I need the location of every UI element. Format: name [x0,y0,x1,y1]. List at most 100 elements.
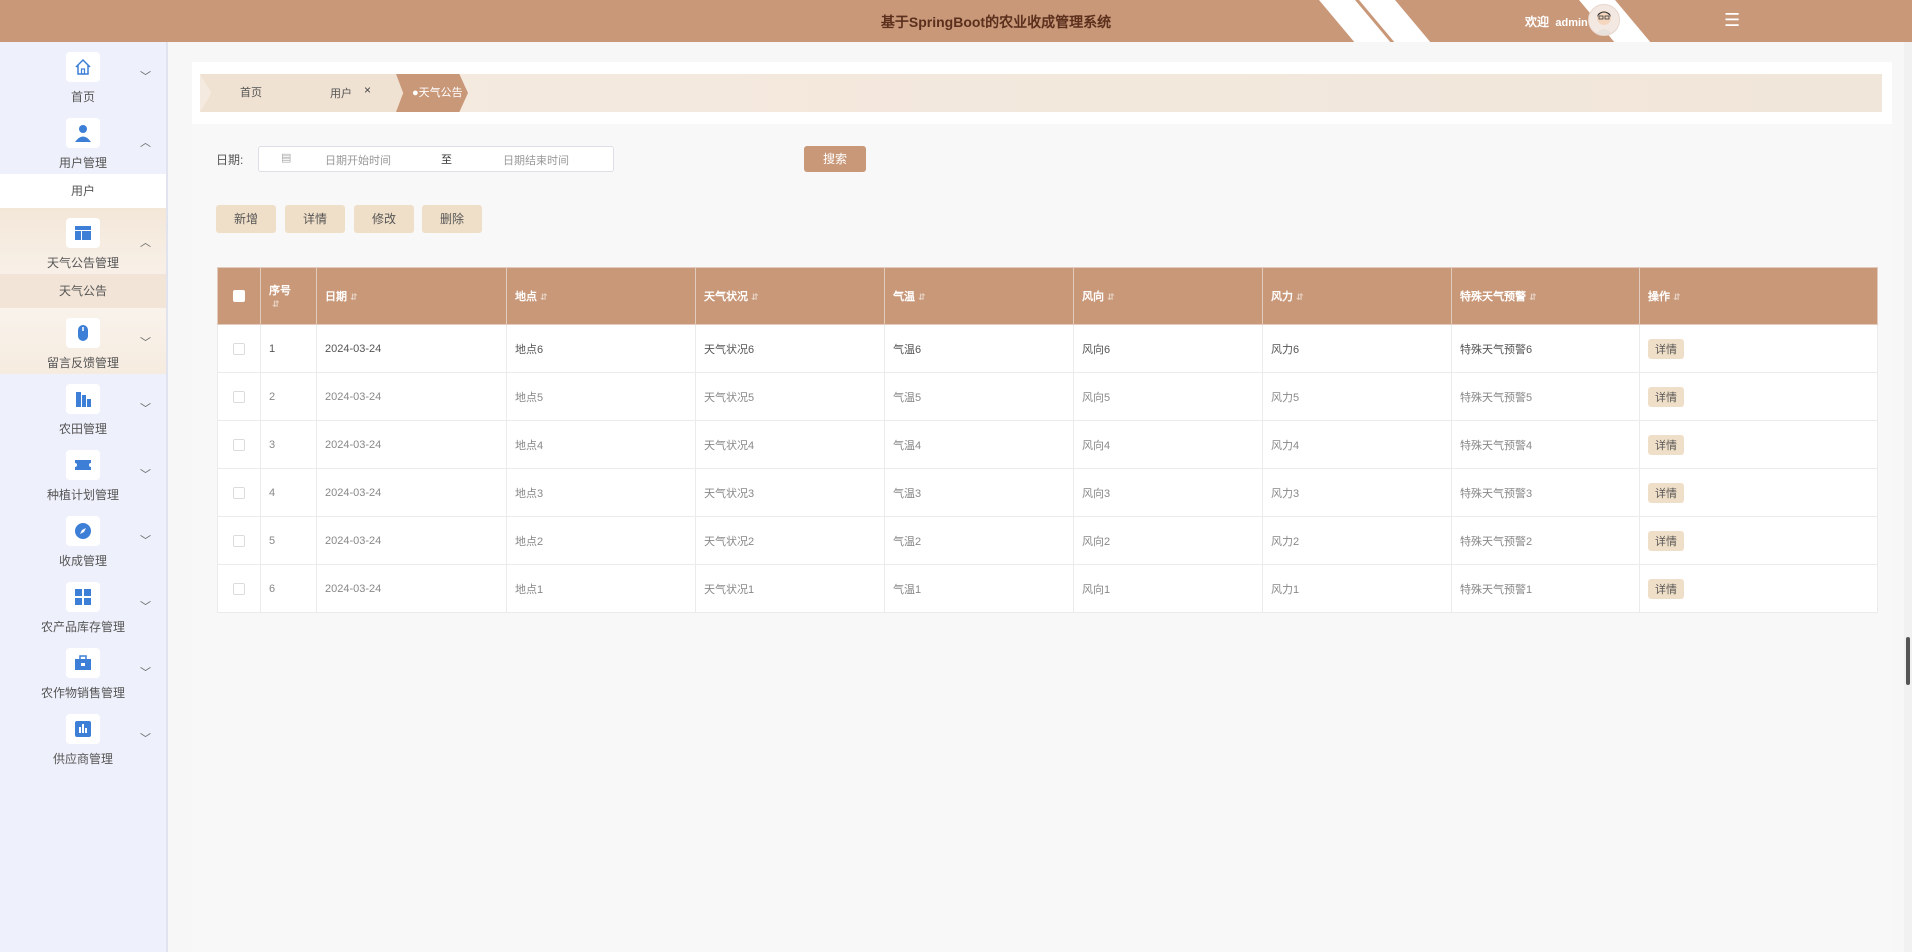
column-header[interactable]: 天气状况 ⇵ [695,267,885,325]
detail-button[interactable]: 详情 [285,205,345,233]
page-scrollbar[interactable] [1904,42,1912,952]
cell-op: 详情 [1639,468,1878,517]
tab-label: ●天气公告 [412,87,463,99]
home-icon [66,52,100,82]
row-detail-button[interactable]: 详情 [1648,530,1684,551]
sort-icon[interactable]: ⇵ [1529,292,1537,302]
sort-icon[interactable]: ⇵ [272,299,280,309]
row-select-cell[interactable] [217,324,261,373]
table-row[interactable]: 1 2024-03-24 地点6 天气状况6 气温6 风向6 风力6 特殊天气预… [217,324,1878,373]
sidebar-item-supplier-management[interactable]: 供应商管理 ﹀ [0,704,166,770]
start-date-input[interactable]: 日期开始时间 [325,152,445,168]
column-header[interactable]: 序号 ⇵ [260,267,317,325]
sidebar-item-harvest-management[interactable]: 收成管理 ﹀ [0,506,166,572]
row-detail-button[interactable]: 详情 [1648,578,1684,599]
date-range-picker[interactable]: ▤ 日期开始时间 至 日期结束时间 [258,146,614,172]
delete-button[interactable]: 删除 [422,205,482,233]
table-row[interactable]: 4 2024-03-24 地点3 天气状况3 气温3 风向3 风力3 特殊天气预… [217,468,1878,517]
cell-weather: 天气状况4 [695,420,885,469]
cell-place: 地点2 [506,516,696,565]
row-checkbox[interactable] [233,438,245,451]
cell-warning: 特殊天气预警6 [1451,324,1640,373]
edit-button[interactable]: 修改 [354,205,414,233]
select-all-cell[interactable] [217,267,261,325]
close-icon[interactable]: × [364,83,371,97]
row-select-cell[interactable] [217,516,261,565]
cell-wind-force: 风力3 [1262,468,1452,517]
row-select-cell[interactable] [217,420,261,469]
sidebar-item-sales-management[interactable]: 农作物销售管理 ﹀ [0,638,166,704]
close-icon[interactable]: × [422,121,429,135]
add-button[interactable]: 新增 [216,205,276,233]
chevron-up-icon: ︿ [140,137,151,149]
cell-date: 2024-03-24 [316,516,507,565]
row-select-cell[interactable] [217,564,261,613]
tab-users[interactable]: 用户 × [288,74,410,112]
table-row[interactable]: 2 2024-03-24 地点5 天气状况5 气温5 风向5 风力5 特殊天气预… [217,372,1878,421]
cell-no: 2 [260,372,317,421]
cell-op: 详情 [1639,420,1878,469]
column-header[interactable]: 日期 ⇵ [316,267,507,325]
column-header[interactable]: 地点 ⇵ [506,267,696,325]
cell-op: 详情 [1639,516,1878,565]
cell-temp: 气温2 [884,516,1074,565]
column-header[interactable]: 风力 ⇵ [1262,267,1452,325]
sidebar-item-label: 农产品库存管理 [40,620,125,634]
sidebar-item-label: 农作物销售管理 [40,686,125,700]
sort-icon[interactable]: ⇵ [1673,292,1681,302]
sidebar-item-farmland-management[interactable]: 农田管理 ﹀ [0,374,166,440]
column-header[interactable]: 气温 ⇵ [884,267,1074,325]
menu-toggle-icon[interactable]: ☰ [1724,10,1740,31]
avatar[interactable] [1588,4,1620,36]
row-select-cell[interactable] [217,468,261,517]
column-header[interactable]: 风向 ⇵ [1073,267,1263,325]
tab-weather[interactable]: ●天气公告× [396,74,468,112]
table-row[interactable]: 5 2024-03-24 地点2 天气状况2 气温2 风向2 风力2 特殊天气预… [217,516,1878,565]
sort-icon[interactable]: ⇵ [918,292,926,302]
chevron-up-icon: ︿ [140,237,151,249]
cell-no: 1 [260,324,317,373]
top-header: 基于SpringBoot的农业收成管理系统 欢迎 admin ☰ [0,0,1912,42]
sort-icon[interactable]: ⇵ [751,292,759,302]
row-detail-button[interactable]: 详情 [1648,434,1684,455]
mouse-icon [66,318,100,348]
sidebar-item-feedback-management[interactable]: 留言反馈管理 ﹀ [0,308,166,374]
cell-op: 详情 [1639,564,1878,613]
table-row[interactable]: 3 2024-03-24 地点4 天气状况4 气温4 风向4 风力4 特殊天气预… [217,420,1878,469]
row-detail-button[interactable]: 详情 [1648,386,1684,407]
row-checkbox[interactable] [233,534,245,547]
sidebar-item-planting-plan-management[interactable]: 种植计划管理 ﹀ [0,440,166,506]
row-checkbox[interactable] [233,582,245,595]
column-header[interactable]: 特殊天气预警 ⇵ [1451,267,1640,325]
sort-icon[interactable]: ⇵ [1107,292,1115,302]
row-checkbox[interactable] [233,486,245,499]
row-select-cell[interactable] [217,372,261,421]
sidebar-item-weather-management[interactable]: 天气公告管理 ︿ [0,208,166,274]
cell-temp: 气温1 [884,564,1074,613]
sort-icon[interactable]: ⇵ [540,292,548,302]
row-detail-button[interactable]: 详情 [1648,482,1684,503]
row-checkbox[interactable] [233,390,245,403]
column-header[interactable]: 操作 ⇵ [1639,267,1878,325]
cell-weather: 天气状况6 [695,324,885,373]
sidebar-item-user-management[interactable]: 用户管理 ︿ [0,108,166,174]
scrollbar-thumb[interactable] [1906,637,1910,685]
select-all-checkbox[interactable] [233,290,245,303]
end-date-input[interactable]: 日期结束时间 [503,152,623,168]
cell-wind-dir: 风向4 [1073,420,1263,469]
sort-icon[interactable]: ⇵ [1296,292,1304,302]
sidebar-item-inventory-management[interactable]: 农产品库存管理 ﹀ [0,572,166,638]
row-checkbox[interactable] [233,342,245,355]
table-row[interactable]: 6 2024-03-24 地点1 天气状况1 气温1 风向1 风力1 特殊天气预… [217,564,1878,613]
cell-temp: 气温6 [884,324,1074,373]
sidebar-item-home[interactable]: 首页 ﹀ [0,42,166,108]
column-label: 操作 [1648,291,1670,303]
cell-place: 地点4 [506,420,696,469]
chevron-down-icon: ﹀ [140,71,151,83]
sidebar-subitem-weather[interactable]: 天气公告 [0,274,166,308]
cell-op: 详情 [1639,372,1878,421]
sort-icon[interactable]: ⇵ [350,292,358,302]
sidebar-subitem-users[interactable]: 用户 [0,174,166,208]
search-button[interactable]: 搜索 [804,146,866,172]
row-detail-button[interactable]: 详情 [1648,338,1684,359]
